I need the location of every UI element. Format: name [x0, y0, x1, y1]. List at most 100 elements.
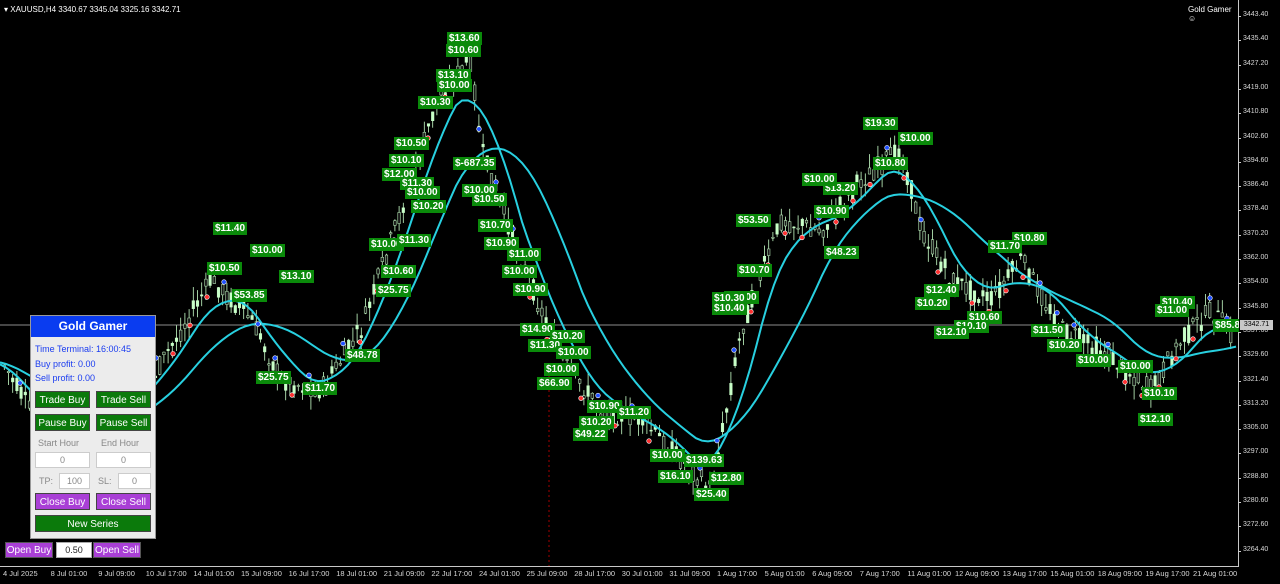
candle-body: [11, 377, 15, 383]
buy-marker: [306, 372, 312, 378]
candle-body: [1208, 301, 1212, 318]
price-axis[interactable]: 3443.40 3435.40 3427.20 3419.00 3410.80 3402.…: [1237, 0, 1280, 566]
lot-size-input[interactable]: 0.50: [56, 542, 92, 558]
time-tick: 9 Jul 09:00: [98, 569, 135, 578]
sl-input[interactable]: 0: [118, 473, 151, 489]
candle-body: [930, 239, 935, 255]
profit-label: $10.00: [802, 173, 837, 186]
sell-marker: [289, 392, 295, 398]
price-tick: 3370.20: [1237, 229, 1269, 237]
candle-body: [1073, 328, 1077, 331]
dropdown-arrow-icon[interactable]: ▾: [4, 5, 8, 14]
price-tick: 3264.40: [1237, 545, 1269, 553]
sell-marker: [1190, 336, 1196, 342]
profit-label: $10.00: [405, 186, 440, 199]
profit-label: $10.60: [381, 265, 416, 278]
candle-body: [1128, 374, 1132, 377]
candle-body: [821, 230, 825, 238]
price-tick: 3435.40: [1237, 35, 1269, 43]
candle-body: [237, 302, 242, 309]
price-tick: 3410.80: [1237, 108, 1269, 116]
price-tick: 3362.00: [1237, 254, 1269, 261]
symbol-header: ▾ XAUUSD,H4 3340.67 3345.04 3325.16 3342…: [4, 5, 181, 14]
profit-label: $11.70: [303, 382, 338, 395]
close-sell-button[interactable]: Close Sell: [96, 493, 151, 510]
candle-body: [922, 231, 926, 244]
profit-label: $10.50: [472, 193, 507, 206]
candle-body: [258, 333, 263, 340]
candle-body: [762, 255, 767, 262]
profit-label: $10.00: [556, 346, 591, 359]
buy-marker: [340, 340, 346, 347]
candle-body: [1040, 288, 1044, 306]
price-tick: 3272.60: [1237, 521, 1269, 529]
profit-label: $10.00: [250, 244, 285, 257]
profit-label: $13.10: [279, 270, 314, 283]
time-tick: 7 Aug 17:00: [859, 569, 900, 578]
candle-body: [767, 248, 771, 256]
buy-marker: [272, 355, 278, 361]
profit-label: $25.75: [256, 371, 291, 384]
candle-body: [1002, 280, 1006, 285]
start-hour-label: Start Hour: [38, 438, 80, 448]
candle-body: [1199, 325, 1203, 331]
sell-marker: [901, 175, 907, 181]
candle-body: [884, 151, 888, 156]
candle-body: [1187, 324, 1191, 344]
price-tick: 3313.20: [1237, 399, 1269, 407]
profit-label: $10.80: [873, 157, 908, 170]
candle-body: [817, 228, 821, 234]
sell-marker: [1122, 379, 1128, 385]
candle-body: [1023, 255, 1027, 264]
close-buy-button[interactable]: Close Buy: [35, 493, 90, 510]
profit-label: $10.50: [207, 262, 242, 275]
new-series-button[interactable]: New Series: [35, 515, 151, 532]
candle-body: [788, 221, 792, 233]
end-hour-input[interactable]: 0: [96, 452, 151, 468]
time-tick: 31 Jul 09:00: [669, 569, 711, 578]
start-hour-input[interactable]: 0: [35, 452, 90, 468]
candle-body: [1086, 334, 1090, 344]
buy-marker: [17, 380, 23, 386]
tp-input[interactable]: 100: [59, 473, 90, 489]
profit-label: $11.70: [988, 240, 1023, 253]
sell-marker: [646, 438, 652, 444]
profit-label: $10.90: [814, 205, 849, 218]
time-tick: 13 Aug 17:00: [1002, 569, 1047, 578]
candle-body: [565, 359, 569, 361]
candle-body: [859, 179, 863, 188]
candle-body: [1216, 310, 1220, 313]
candle-body: [191, 300, 195, 309]
buy-marker: [714, 438, 720, 444]
candle-body: [1124, 372, 1128, 381]
price-chart[interactable]: ▾ XAUUSD,H4 3340.67 3345.04 3325.16 3342…: [0, 0, 1248, 567]
sell-marker: [833, 219, 839, 225]
candle-body: [376, 268, 380, 275]
open-sell-button[interactable]: Open Sell: [93, 542, 141, 558]
profit-label: $12.10: [1138, 413, 1173, 426]
time-axis[interactable]: 4 Jul 2025 8 Jul 01:00 9 Jul 09:00 10 Jul 1…: [0, 567, 1238, 584]
trade-buy-button[interactable]: Trade Buy: [35, 391, 90, 408]
pause-buy-button[interactable]: Pause Buy: [35, 414, 90, 431]
candle-body: [1048, 304, 1052, 314]
smiley-icon: ☺: [1188, 14, 1197, 23]
candle-body: [6, 371, 11, 373]
candle-body: [741, 328, 746, 334]
profit-label: $10.60: [446, 44, 481, 57]
profit-label: $11.00: [1155, 304, 1190, 317]
buy-marker: [221, 279, 227, 285]
pause-sell-button[interactable]: Pause Sell: [96, 414, 151, 431]
candle-body: [1111, 351, 1115, 366]
open-buy-button[interactable]: Open Buy: [5, 542, 53, 558]
candle-body: [1082, 334, 1086, 344]
time-tick: 16 Jul 17:00: [288, 569, 330, 578]
trade-sell-button[interactable]: Trade Sell: [96, 391, 151, 408]
profit-label: $12.40: [924, 284, 959, 297]
buy-marker: [1105, 341, 1111, 348]
profit-label: $11.30: [397, 234, 432, 247]
chart-canvas[interactable]: [0, 0, 1238, 566]
candle-body: [1166, 351, 1170, 357]
candle-body: [1027, 268, 1031, 285]
sell-marker: [578, 395, 584, 401]
sell-marker: [204, 294, 210, 300]
